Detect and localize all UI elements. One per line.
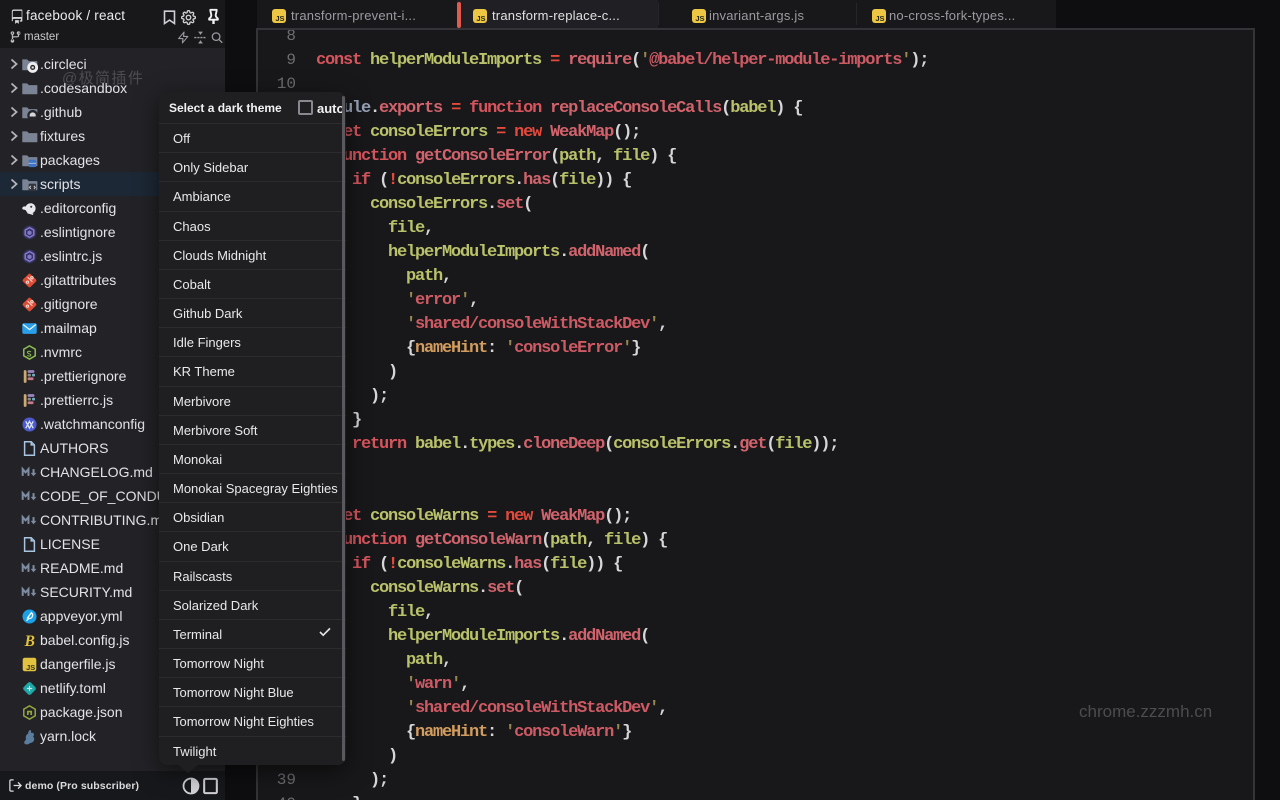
- svg-text:JS: JS: [26, 662, 35, 671]
- svg-text:B: B: [24, 632, 35, 648]
